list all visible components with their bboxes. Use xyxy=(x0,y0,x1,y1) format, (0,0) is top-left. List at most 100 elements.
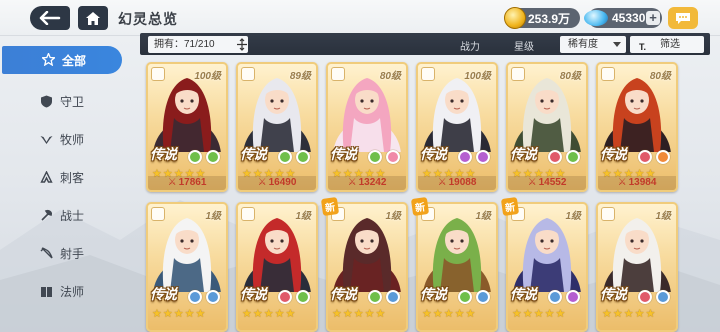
power-value: ⚔ 17861 xyxy=(148,176,226,190)
hero-card[interactable]: 1级 传说 ★★★★★ xyxy=(326,202,408,332)
gold-amount: 253.9万 xyxy=(528,11,571,26)
class-sidebar: 全部 守卫 牧师 刺客 战士 射手 法师 xyxy=(0,46,125,314)
class-badge-icon xyxy=(241,67,255,81)
sidebar-item-guard[interactable]: 守卫 xyxy=(0,86,125,117)
star-rating: ★★★★★ xyxy=(152,308,207,320)
element-icon xyxy=(296,150,310,164)
element-icon xyxy=(638,150,652,164)
element-icon xyxy=(278,290,292,304)
class-badge-icon xyxy=(511,67,525,81)
filter-label: 筛选 xyxy=(660,39,680,50)
rarity-label: 传说 xyxy=(510,146,537,162)
gem-amount: 45330 xyxy=(612,11,646,25)
hero-card[interactable]: 89级 传说 ★★★★★ ⚔ 16490 xyxy=(236,62,318,192)
hero-level: 1级 xyxy=(655,211,671,222)
power-value: ⚔ 16490 xyxy=(238,176,316,190)
back-button[interactable] xyxy=(30,6,70,30)
power-number: 14552 xyxy=(538,177,567,188)
sidebar-item-priest[interactable]: 牧师 xyxy=(0,124,125,155)
chevron-down-icon xyxy=(613,42,621,47)
book-icon xyxy=(41,287,52,297)
rarity-label: 传说 xyxy=(240,146,267,162)
hero-level: 1级 xyxy=(295,211,311,222)
add-gems-button[interactable]: + xyxy=(646,11,660,25)
hero-level: 1级 xyxy=(475,211,491,222)
power-number: 17861 xyxy=(178,177,207,188)
element-icon xyxy=(386,290,400,304)
hero-level: 100级 xyxy=(194,71,221,82)
element-icon xyxy=(548,150,562,164)
power-value: ⚔ 14552 xyxy=(508,176,586,190)
hero-card[interactable]: 1级 传说 ★★★★★ xyxy=(596,202,678,332)
hero-level: 1级 xyxy=(565,211,581,222)
sort-stars[interactable]: 星级 xyxy=(514,38,534,53)
top-bar: 幻灵总览 253.9万 45330 + xyxy=(0,0,720,36)
element-icon xyxy=(656,150,670,164)
hero-card[interactable]: 80级 传说 ★★★★★ ⚔ 13242 xyxy=(326,62,408,192)
rarity-label: 传说 xyxy=(330,286,357,302)
element-icon xyxy=(566,150,580,164)
home-button[interactable] xyxy=(78,6,108,30)
gold-counter: 253.9万 xyxy=(504,7,580,29)
axe-icon xyxy=(41,209,52,221)
hero-card[interactable]: 100级 传说 ★★★★★ ⚔ 17861 xyxy=(146,62,228,192)
sidebar-item-archer[interactable]: 射手 xyxy=(0,238,125,269)
expand-icon[interactable] xyxy=(236,38,248,51)
star-rating: ★★★★★ xyxy=(332,308,387,320)
power-number: 16490 xyxy=(268,177,297,188)
crossed-swords-icon: ⚔ xyxy=(167,177,177,188)
chat-button[interactable] xyxy=(668,7,698,29)
hero-card[interactable]: 1级 传说 ★★★★★ xyxy=(146,202,228,332)
star-rating: ★★★★★ xyxy=(422,308,477,320)
hero-card[interactable]: 80级 传说 ★★★★★ ⚔ 13984 xyxy=(596,62,678,192)
class-badge-icon xyxy=(601,207,615,221)
rarity-label: 传说 xyxy=(330,146,357,162)
filter-button[interactable]: T. 筛选 xyxy=(630,36,704,53)
hero-level: 1级 xyxy=(205,211,221,222)
sidebar-item-all[interactable]: 全部 xyxy=(2,46,122,74)
page-title: 幻灵总览 xyxy=(118,11,178,27)
power-number: 13242 xyxy=(358,177,387,188)
hero-card[interactable]: 80级 传说 ★★★★★ ⚔ 14552 xyxy=(506,62,588,192)
sidebar-item-label: 刺客 xyxy=(60,171,85,185)
new-badge: 新 xyxy=(320,196,340,217)
hero-grid: 100级 传说 ★★★★★ ⚔ 17861 89级 传说 ★★★★★ ⚔ 16490 xyxy=(146,62,706,332)
element-icon xyxy=(206,290,220,304)
star-rating: ★★★★★ xyxy=(512,308,567,320)
rarity-label: 传说 xyxy=(600,286,627,302)
element-icon xyxy=(476,290,490,304)
back-arrow-icon xyxy=(39,11,61,25)
sidebar-item-assassin[interactable]: 刺客 xyxy=(0,162,125,193)
element-icon xyxy=(638,290,652,304)
rarity-label: 传说 xyxy=(510,286,537,302)
element-icon xyxy=(188,150,202,164)
hero-level: 89级 xyxy=(289,71,311,82)
sort-rarity-dropdown[interactable]: 稀有度 xyxy=(560,36,626,53)
sidebar-item-label: 牧师 xyxy=(60,133,85,147)
sidebar-item-label: 守卫 xyxy=(60,95,85,109)
element-icon xyxy=(476,150,490,164)
owned-count-text: 拥有：71/210 xyxy=(154,39,215,50)
hero-card[interactable]: 1级 传说 ★★★★★ xyxy=(236,202,318,332)
sort-rarity-label: 稀有度 xyxy=(568,39,598,50)
hero-card[interactable]: 1级 传说 ★★★★★ xyxy=(416,202,498,332)
hero-card[interactable]: 100级 传说 ★★★★★ ⚔ 19088 xyxy=(416,62,498,192)
chat-icon xyxy=(676,12,690,24)
element-icon xyxy=(368,150,382,164)
power-number: 13984 xyxy=(628,177,657,188)
sidebar-item-mage[interactable]: 法师 xyxy=(0,276,125,307)
sort-power[interactable]: 战力 xyxy=(460,38,480,53)
element-icon xyxy=(386,150,400,164)
dagger-icon xyxy=(40,171,53,183)
wings-icon xyxy=(40,136,53,144)
power-number: 19088 xyxy=(448,177,477,188)
power-value: ⚔ 13984 xyxy=(598,176,676,190)
owned-count: 拥有：71/210 xyxy=(148,36,248,53)
sidebar-item-warrior[interactable]: 战士 xyxy=(0,200,125,231)
element-icon xyxy=(278,150,292,164)
rarity-label: 传说 xyxy=(150,146,177,162)
hero-level: 80级 xyxy=(559,71,581,82)
hero-card[interactable]: 1级 传说 ★★★★★ xyxy=(506,202,588,332)
hero-level: 80级 xyxy=(649,71,671,82)
gem-counter: 45330 + xyxy=(584,8,662,28)
